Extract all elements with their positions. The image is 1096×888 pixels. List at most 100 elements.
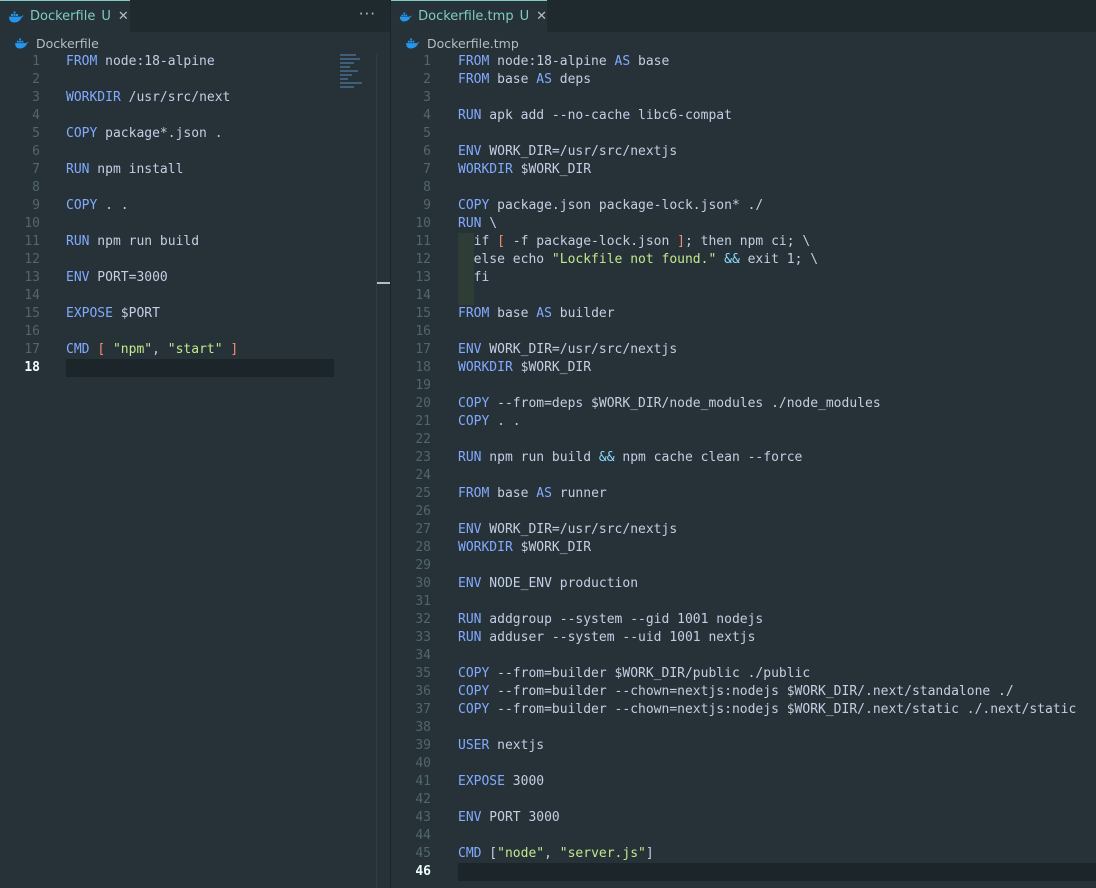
code-line[interactable]: 14 bbox=[0, 287, 390, 305]
code-line[interactable]: 3 bbox=[391, 89, 1096, 107]
code-editor[interactable]: 1 FROM node:18-alpine AS base 2 FROM base A… bbox=[391, 53, 1096, 881]
close-icon[interactable]: ✕ bbox=[536, 9, 547, 24]
code-line[interactable]: 7 WORKDIR $WORK_DIR bbox=[391, 161, 1096, 179]
code-line[interactable]: 10 bbox=[0, 215, 390, 233]
code-line[interactable]: 33 RUN adduser --system --uid 1001 nextjs bbox=[391, 629, 1096, 647]
more-actions-button[interactable]: ··· bbox=[359, 5, 376, 23]
code-line[interactable]: 2 FROM base AS deps bbox=[391, 71, 1096, 89]
code-line[interactable]: 11 if [ -f package-lock.json ]; then npm… bbox=[391, 233, 1096, 251]
code-text: COPY --from=builder --chown=nextjs:nodej… bbox=[458, 683, 1014, 701]
code-line[interactable]: 1 FROM node:18-alpine bbox=[0, 53, 390, 71]
code-line[interactable]: 28 WORKDIR $WORK_DIR bbox=[391, 539, 1096, 557]
code-line[interactable]: 26 bbox=[391, 503, 1096, 521]
code-line[interactable]: 16 bbox=[391, 323, 1096, 341]
scrollbar-thumb[interactable] bbox=[377, 282, 390, 284]
code-token: && bbox=[598, 450, 615, 465]
code-text: ENV PORT 3000 bbox=[458, 809, 560, 827]
code-line[interactable]: 15 EXPOSE $PORT bbox=[0, 305, 390, 323]
code-line[interactable]: 5 bbox=[391, 125, 1096, 143]
code-line[interactable]: 11 RUN npm run build bbox=[0, 233, 390, 251]
code-line[interactable]: 43 ENV PORT 3000 bbox=[391, 809, 1096, 827]
code-token: ENV bbox=[458, 576, 482, 591]
code-text: COPY --from=builder --chown=nextjs:nodej… bbox=[458, 701, 1076, 719]
code-line[interactable]: 29 bbox=[391, 557, 1096, 575]
code-line[interactable]: 8 bbox=[0, 179, 390, 197]
code-line[interactable]: 44 bbox=[391, 827, 1096, 845]
code-text: RUN adduser --system --uid 1001 nextjs bbox=[458, 629, 755, 647]
code-text: COPY --from=builder $WORK_DIR/public ./p… bbox=[458, 665, 810, 683]
code-token: [ bbox=[497, 234, 505, 249]
code-line[interactable]: 27 ENV WORK_DIR=/usr/src/nextjs bbox=[391, 521, 1096, 539]
code-line[interactable]: 34 bbox=[391, 647, 1096, 665]
code-line[interactable]: 46 bbox=[391, 863, 1096, 881]
code-line[interactable]: 17 CMD [ "npm", "start" ] bbox=[0, 341, 390, 359]
code-line[interactable]: 9 COPY . . bbox=[0, 197, 390, 215]
code-line[interactable]: 14 bbox=[391, 287, 1096, 305]
code-text: RUN npm run build bbox=[66, 233, 199, 251]
minimap[interactable] bbox=[340, 54, 368, 90]
code-token: runner bbox=[551, 486, 607, 501]
git-untracked-badge: U bbox=[519, 9, 530, 24]
code-token: FROM bbox=[458, 486, 490, 501]
code-line[interactable]: 7 RUN npm install bbox=[0, 161, 390, 179]
code-line[interactable]: 19 bbox=[391, 377, 1096, 395]
code-line[interactable]: 37 COPY --from=builder --chown=nextjs:nod… bbox=[391, 701, 1096, 719]
code-line[interactable]: 20 COPY --from=deps $WORK_DIR/node_module… bbox=[391, 395, 1096, 413]
code-line[interactable]: 18 WORKDIR $WORK_DIR bbox=[391, 359, 1096, 377]
code-line[interactable]: 30 ENV NODE_ENV production bbox=[391, 575, 1096, 593]
code-line[interactable]: 31 bbox=[391, 593, 1096, 611]
code-line[interactable]: 16 bbox=[0, 323, 390, 341]
code-line[interactable]: 32 RUN addgroup --system --gid 1001 nodej… bbox=[391, 611, 1096, 629]
code-line[interactable]: 21 COPY . . bbox=[391, 413, 1096, 431]
code-line[interactable]: 13 fi bbox=[391, 269, 1096, 287]
code-line[interactable]: 9 COPY package.json package-lock.json* ./ bbox=[391, 197, 1096, 215]
tab-dockerfile[interactable]: Dockerfile U ✕ bbox=[0, 0, 130, 32]
code-line[interactable]: 12 bbox=[0, 251, 390, 269]
code-line[interactable]: 15 FROM base AS builder bbox=[391, 305, 1096, 323]
code-editor[interactable]: 1 FROM node:18-alpine 2 3 WORKDIR /usr/src/n… bbox=[0, 53, 390, 377]
code-line[interactable]: 3 WORKDIR /usr/src/next bbox=[0, 89, 390, 107]
code-line[interactable]: 10 RUN \ bbox=[391, 215, 1096, 233]
code-token: EXPOSE bbox=[458, 774, 505, 789]
code-line[interactable]: 45 CMD ["node", "server.js"] bbox=[391, 845, 1096, 863]
code-line[interactable]: 13 ENV PORT=3000 bbox=[0, 269, 390, 287]
code-token: WORKDIR bbox=[458, 540, 513, 555]
code-line[interactable]: 24 bbox=[391, 467, 1096, 485]
code-line[interactable]: 2 bbox=[0, 71, 390, 89]
breadcrumb[interactable]: Dockerfile.tmp bbox=[391, 32, 1096, 54]
close-icon[interactable]: ✕ bbox=[118, 9, 129, 24]
code-token: ] bbox=[645, 846, 654, 861]
code-line[interactable]: 6 bbox=[0, 143, 390, 161]
code-token: $WORK_DIR bbox=[512, 540, 592, 555]
code-line[interactable]: 4 RUN apk add --no-cache libc6-compat bbox=[391, 107, 1096, 125]
code-line[interactable]: 4 bbox=[0, 107, 390, 125]
code-line[interactable]: 12 else echo "Lockfile not found." && ex… bbox=[391, 251, 1096, 269]
code-line[interactable]: 42 bbox=[391, 791, 1096, 809]
code-line[interactable]: 18 bbox=[0, 359, 390, 377]
code-line[interactable]: 6 ENV WORK_DIR=/usr/src/nextjs bbox=[391, 143, 1096, 161]
line-number: 44 bbox=[415, 828, 431, 843]
code-line[interactable]: 38 bbox=[391, 719, 1096, 737]
line-number: 3 bbox=[423, 90, 431, 105]
code-text: ENV WORK_DIR=/usr/src/nextjs bbox=[458, 341, 677, 359]
tab-dockerfile-tmp[interactable]: Dockerfile.tmp U ✕ bbox=[391, 0, 547, 32]
code-line[interactable]: 5 COPY package*.json . bbox=[0, 125, 390, 143]
line-number: 37 bbox=[415, 702, 431, 717]
code-line[interactable]: 17 ENV WORK_DIR=/usr/src/nextjs bbox=[391, 341, 1096, 359]
code-token: RUN bbox=[458, 450, 482, 465]
code-line[interactable]: 39 USER nextjs bbox=[391, 737, 1096, 755]
code-line[interactable]: 40 bbox=[391, 755, 1096, 773]
code-line[interactable]: 22 bbox=[391, 431, 1096, 449]
code-line[interactable]: 1 FROM node:18-alpine AS base bbox=[391, 53, 1096, 71]
code-line[interactable]: 36 COPY --from=builder --chown=nextjs:nod… bbox=[391, 683, 1096, 701]
code-token: nextjs bbox=[489, 738, 545, 753]
breadcrumb[interactable]: Dockerfile bbox=[0, 32, 390, 54]
code-line[interactable]: 41 EXPOSE 3000 bbox=[391, 773, 1096, 791]
code-line[interactable]: 25 FROM base AS runner bbox=[391, 485, 1096, 503]
code-line[interactable]: 8 bbox=[391, 179, 1096, 197]
code-token: , bbox=[152, 342, 168, 357]
code-line[interactable]: 23 RUN npm run build && npm cache clean -… bbox=[391, 449, 1096, 467]
vertical-scrollbar[interactable] bbox=[376, 54, 390, 888]
code-line[interactable]: 35 COPY --from=builder $WORK_DIR/public .… bbox=[391, 665, 1096, 683]
